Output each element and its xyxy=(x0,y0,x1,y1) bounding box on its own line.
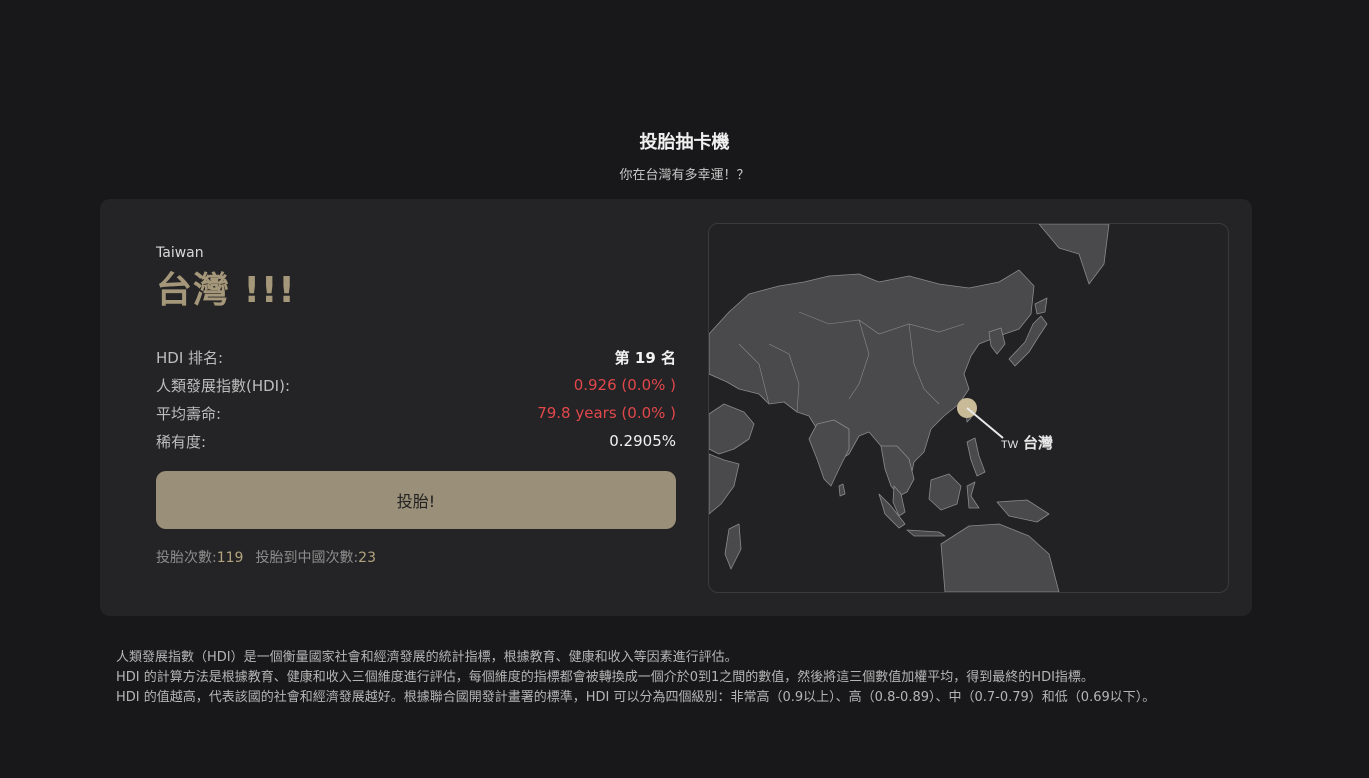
roll-count-value: 119 xyxy=(216,550,244,566)
stat-label: 平均壽命: xyxy=(156,404,222,423)
page: 投胎抽卡機 你在台灣有多幸運！？ Taiwan 台灣 !!! HDI 排名: 第… xyxy=(0,0,1369,778)
stat-value: 0.926 (0.0% ) xyxy=(573,376,676,394)
map-svg: TW 台灣 xyxy=(709,224,1110,592)
country-name-zh: 台灣 !!! xyxy=(156,270,296,311)
stat-row-hdi-rank: HDI 排名: 第 19 名 xyxy=(156,343,676,371)
stat-row-rarity: 稀有度: 0.2905% xyxy=(156,427,676,455)
stats-list: HDI 排名: 第 19 名 人類發展指數(HDI): 0.926 (0.0% … xyxy=(156,343,676,455)
result-card: Taiwan 台灣 !!! HDI 排名: 第 19 名 人類發展指數(HDI)… xyxy=(100,199,1252,616)
country-name-en: Taiwan xyxy=(156,245,204,261)
description-line: 人類發展指數（HDI）是一個衡量國家社會和經濟發展的統計指標，根據教育、健康和收… xyxy=(116,650,738,665)
stat-label: 稀有度: xyxy=(156,432,207,451)
china-count-value: 23 xyxy=(358,550,376,566)
hdi-description: 人類發展指數（HDI）是一個衡量國家社會和經濟發展的統計指標，根據教育、健康和收… xyxy=(116,648,1316,708)
roll-button[interactable]: 投胎! xyxy=(156,471,676,529)
china-count-label: 投胎到中國次數: xyxy=(255,550,359,566)
map-land xyxy=(709,224,1110,592)
description-line: HDI 的計算方法是根據教育、健康和收入三個維度進行評估，每個維度的指標都會被轉… xyxy=(116,670,1094,685)
stat-value: 79.8 years (0.0% ) xyxy=(537,404,676,422)
roll-count-label: 投胎次數: xyxy=(156,550,217,566)
marker-name: 台灣 xyxy=(1023,434,1053,452)
stat-value: 第 19 名 xyxy=(614,348,676,367)
page-title: 投胎抽卡機 xyxy=(639,132,730,153)
stat-value: 0.2905% xyxy=(609,432,676,450)
roll-counts: 投胎次數:119 投胎到中國次數:23 xyxy=(156,547,676,567)
marker-code: TW xyxy=(1001,439,1019,451)
stat-row-life-expectancy: 平均壽命: 79.8 years (0.0% ) xyxy=(156,399,676,427)
marker-leader-line xyxy=(966,407,1004,439)
stat-label: HDI 排名: xyxy=(156,348,224,367)
stat-label: 人類發展指數(HDI): xyxy=(156,376,291,395)
result-panel: Taiwan 台灣 !!! HDI 排名: 第 19 名 人類發展指數(HDI)… xyxy=(156,245,676,567)
description-line: HDI 的值越高，代表該國的社會和經濟發展越好。根據聯合國開發計畫署的標準，HD… xyxy=(116,690,1156,705)
world-map[interactable]: TW 台灣 xyxy=(708,223,1229,593)
stat-row-hdi: 人類發展指數(HDI): 0.926 (0.0% ) xyxy=(156,371,676,399)
page-subtitle: 你在台灣有多幸運！？ xyxy=(619,168,750,183)
